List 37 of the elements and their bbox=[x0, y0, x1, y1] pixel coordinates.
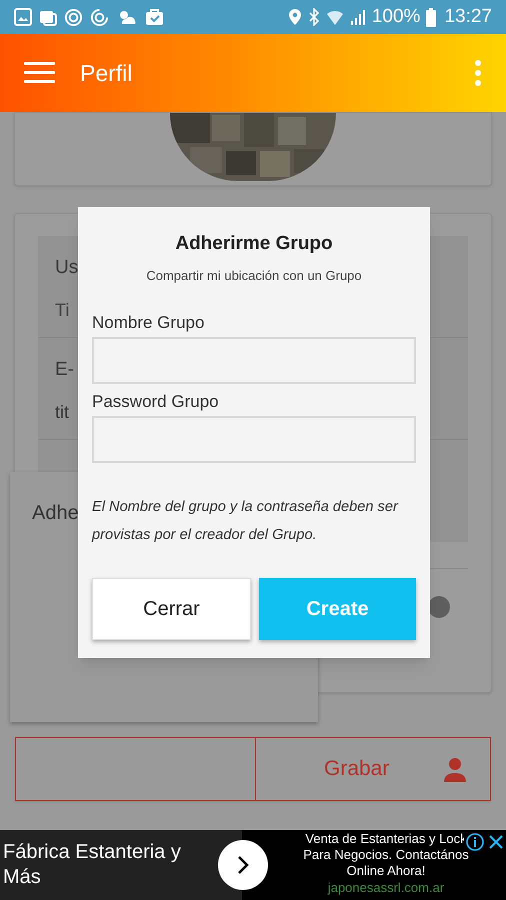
close-button[interactable]: Cerrar bbox=[92, 578, 251, 640]
chevron-right-icon bbox=[237, 855, 249, 875]
info-icon[interactable] bbox=[466, 833, 484, 851]
battery-icon bbox=[426, 8, 436, 26]
toggle-knob[interactable] bbox=[428, 596, 450, 618]
arrow-button[interactable] bbox=[218, 840, 268, 890]
person-icon bbox=[442, 756, 468, 782]
close-icon[interactable] bbox=[488, 834, 504, 850]
page-title: Perfil bbox=[80, 58, 132, 88]
field-value: Ti bbox=[55, 298, 70, 322]
field-value: tit bbox=[55, 400, 70, 424]
menu-icon[interactable] bbox=[24, 62, 55, 84]
field-label: Us bbox=[55, 256, 78, 280]
input-field[interactable] bbox=[92, 337, 416, 384]
gallery-icon bbox=[39, 8, 57, 26]
dialog-note: El Nombre del grupo y la contraseña deben ser provistas por el creador del Grupo. bbox=[92, 498, 400, 545]
clock: 13:27 bbox=[444, 4, 492, 29]
briefcase-icon bbox=[145, 8, 164, 26]
field-label: Nombre Grupo bbox=[92, 313, 206, 333]
sync-icon bbox=[64, 8, 83, 26]
signal-icon bbox=[350, 8, 366, 26]
field-label: Password Grupo bbox=[92, 392, 220, 412]
panel-label: Adhe bbox=[32, 502, 79, 524]
dialog-title: Adherirme Grupo bbox=[174, 232, 334, 256]
battery-percent: 100% bbox=[372, 4, 420, 29]
field-label: E- bbox=[55, 358, 74, 382]
input-field[interactable] bbox=[92, 416, 416, 463]
location-icon bbox=[288, 8, 302, 26]
bluetooth-icon bbox=[308, 8, 320, 26]
ad-text: Online Ahora! bbox=[346, 863, 426, 879]
ad-link[interactable]: japonesassrl.com.ar bbox=[328, 879, 444, 896]
ad-headline: Fábrica Estanteria y Más bbox=[3, 840, 182, 890]
sync-icon bbox=[90, 8, 109, 26]
image-icon bbox=[14, 8, 32, 26]
ad-text: Para Negocios. Contactános bbox=[303, 847, 469, 863]
wifi-icon bbox=[326, 8, 344, 26]
dialog-subtitle: Compartir mi ubicación con un Grupo bbox=[145, 266, 363, 285]
